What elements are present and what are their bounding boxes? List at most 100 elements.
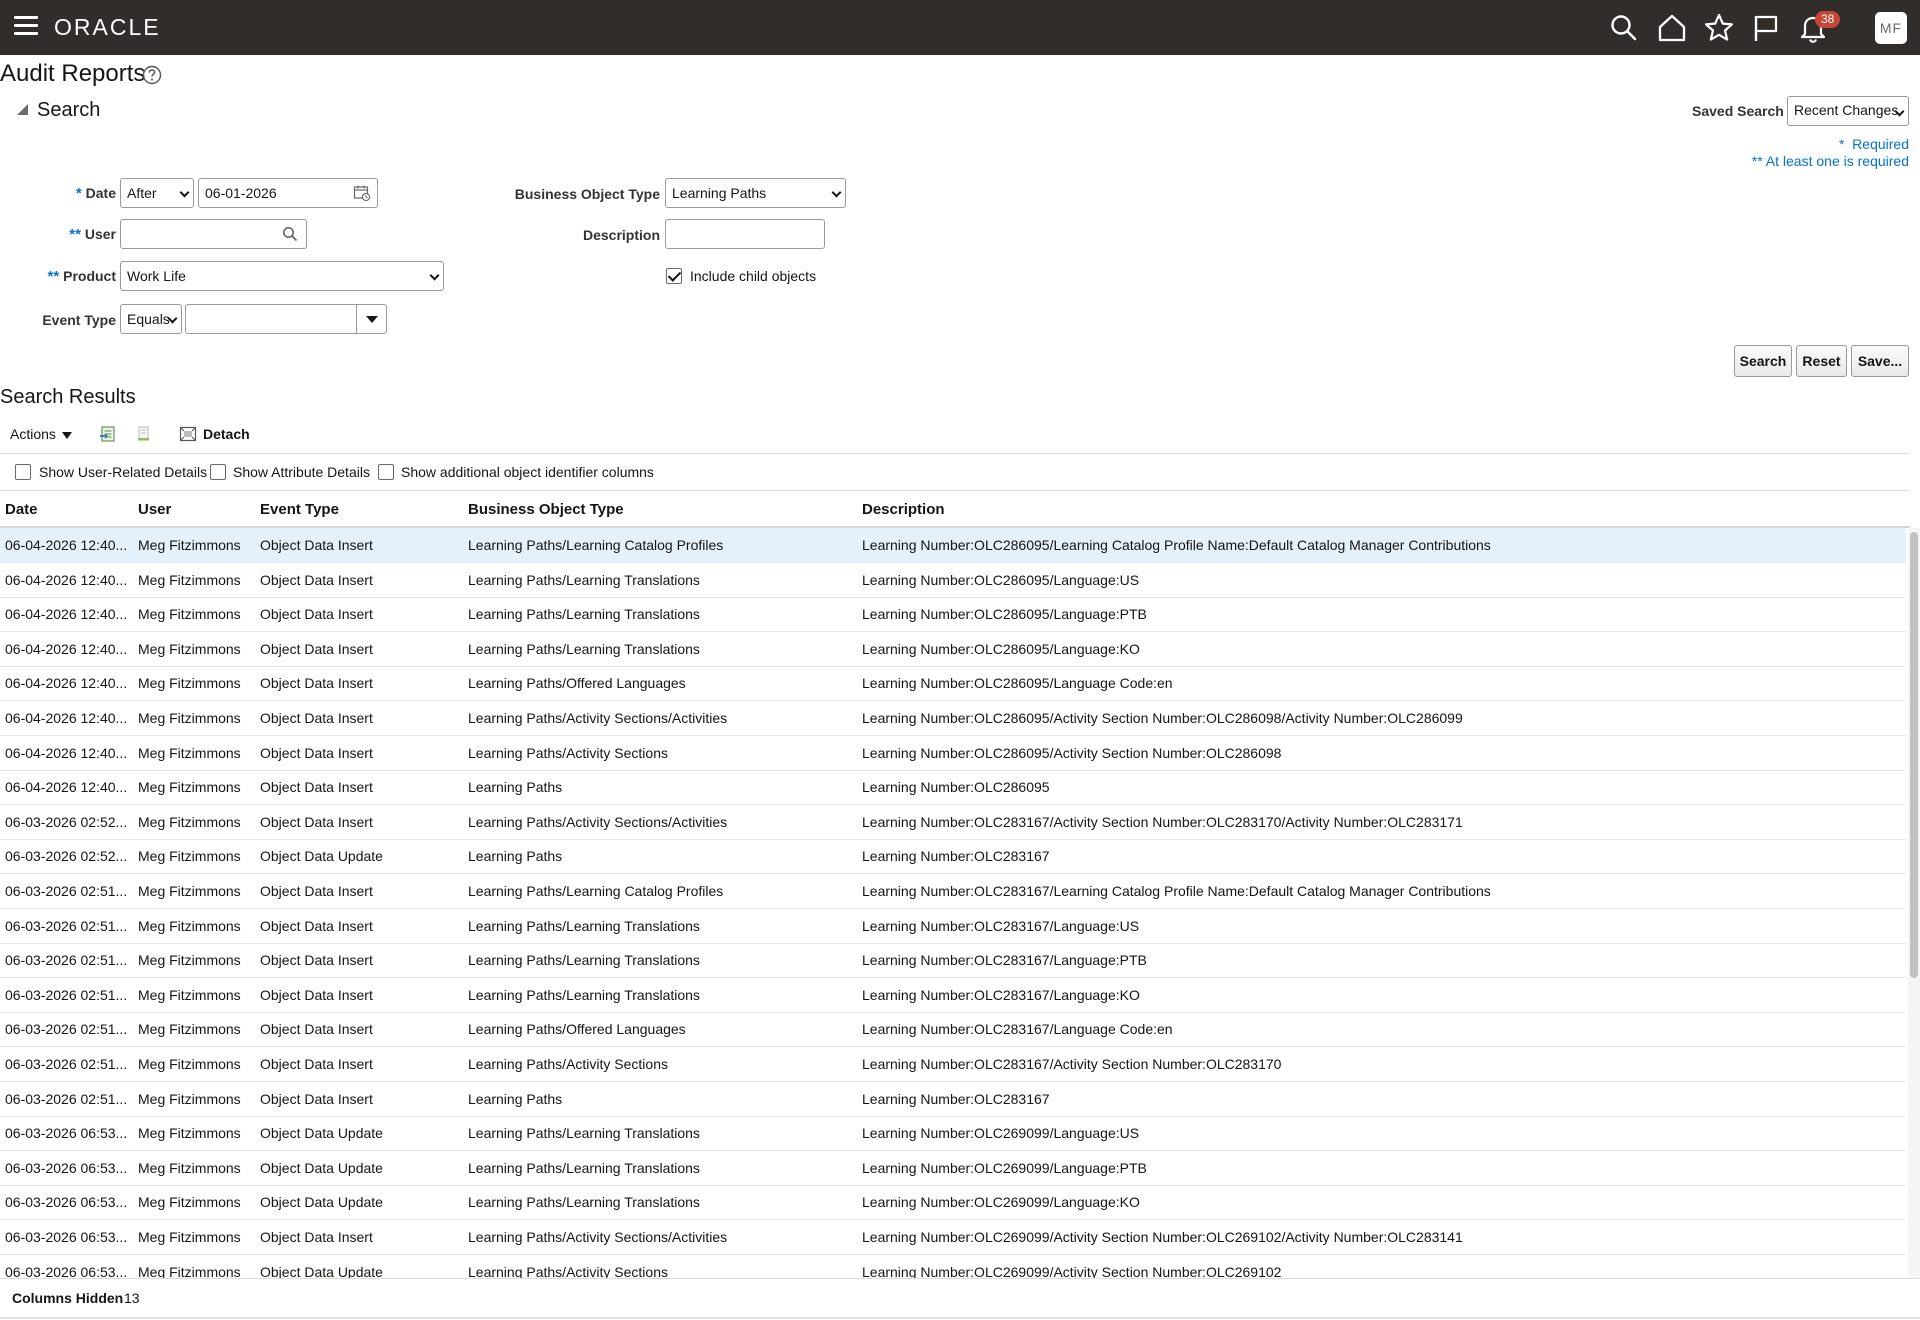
search-icon[interactable]	[1608, 12, 1640, 44]
oracle-logo[interactable]: ORACLE	[54, 14, 161, 41]
table-row[interactable]: 06-03-2026 02:51... Meg Fitzimmons Object …	[0, 1012, 1906, 1048]
product-label: ** Product	[47, 268, 116, 285]
table-row[interactable]: 06-03-2026 06:53... Meg Fitzimmons Object …	[0, 1255, 1906, 1278]
notifications-badge[interactable]: 38	[1815, 11, 1841, 28]
date-input[interactable]: 06-01-2026	[198, 178, 378, 208]
search-section-header[interactable]: Search	[37, 99, 100, 122]
table-cell: Learning Paths/Learning Translations	[468, 1159, 700, 1176]
table-cell: 06-03-2026 06:53...	[5, 1263, 128, 1278]
table-cell: Learning Number:OLC283167	[862, 848, 1050, 865]
table-cell: 06-04-2026 12:40...	[5, 640, 128, 657]
table-row[interactable]: 06-03-2026 06:53... Meg Fitzimmons Object …	[0, 1116, 1906, 1152]
saved-search-select[interactable]: Recent Changes	[1787, 96, 1909, 126]
home-icon[interactable]	[1656, 12, 1688, 44]
column-header-event-type[interactable]: Event Type	[260, 501, 460, 518]
export-icon[interactable]	[99, 425, 117, 443]
favorites-star-icon[interactable]	[1703, 12, 1735, 44]
table-row[interactable]: 06-03-2026 02:51... Meg Fitzimmons Object …	[0, 1082, 1906, 1117]
magnifier-icon[interactable]	[282, 226, 298, 242]
show-user-related-details-label[interactable]: Show User-Related Details	[39, 464, 207, 480]
table-cell: Learning Paths/Learning Catalog Profiles	[468, 883, 724, 899]
table-cell: Object Data Insert	[260, 917, 373, 934]
table-row[interactable]: 06-04-2026 12:40... Meg Fitzimmons Object …	[0, 528, 1906, 563]
table-cell: Meg Fitzimmons	[138, 1194, 241, 1211]
table-row[interactable]: 06-04-2026 12:40... Meg Fitzimmons Object …	[0, 736, 1906, 771]
description-input[interactable]	[665, 219, 825, 249]
column-header-business-object-type[interactable]: Business Object Type	[468, 501, 858, 518]
user-avatar[interactable]: MF	[1875, 12, 1907, 44]
show-attribute-details-label[interactable]: Show Attribute Details	[233, 464, 370, 480]
show-object-identifier-columns-label[interactable]: Show additional object identifier column…	[401, 464, 654, 480]
scrollbar-thumb[interactable]	[1910, 532, 1918, 978]
event-type-combobox[interactable]	[185, 304, 387, 334]
column-header-user[interactable]: User	[138, 501, 258, 518]
table-scrollbar[interactable]	[1908, 528, 1920, 1278]
table-row[interactable]: 06-03-2026 02:51... Meg Fitzimmons Object …	[0, 909, 1906, 944]
table-row[interactable]: 06-04-2026 12:40... Meg Fitzimmons Object …	[0, 701, 1906, 736]
detach-button[interactable]: Detach	[203, 426, 250, 442]
table-row[interactable]: 06-03-2026 02:51... Meg Fitzimmons Object …	[0, 978, 1906, 1013]
show-attribute-details-checkbox[interactable]	[210, 464, 226, 480]
product-select[interactable]: Work Life	[120, 261, 444, 291]
table-cell: Learning Number:OLC283167/Language:KO	[862, 986, 1140, 1003]
table-row[interactable]: 06-03-2026 02:51... Meg Fitzimmons Object …	[0, 1047, 1906, 1082]
table-row[interactable]: 06-04-2026 12:40... Meg Fitzimmons Object …	[0, 632, 1906, 667]
table-cell: Meg Fitzimmons	[138, 1263, 241, 1278]
show-user-related-details-checkbox[interactable]	[15, 464, 31, 480]
show-object-identifier-columns-checkbox[interactable]	[378, 464, 394, 480]
event-type-operator-select[interactable]: Equals	[120, 304, 182, 334]
include-child-objects-checkbox[interactable]	[666, 268, 682, 284]
column-header-date[interactable]: Date	[5, 501, 129, 518]
footer-divider	[0, 1317, 1920, 1319]
columns-hidden-value: 13	[124, 1290, 140, 1306]
table-row[interactable]: 06-03-2026 02:51... Meg Fitzimmons Object …	[0, 874, 1906, 909]
search-results-title: Search Results	[0, 386, 136, 408]
table-cell: 06-03-2026 02:52...	[5, 813, 128, 830]
table-row[interactable]: 06-03-2026 06:53... Meg Fitzimmons Object …	[0, 1220, 1906, 1255]
help-icon[interactable]	[142, 65, 162, 85]
user-search-input[interactable]	[120, 219, 307, 249]
table-cell: Object Data Insert	[260, 1056, 373, 1072]
table-cell: Meg Fitzimmons	[138, 986, 241, 1003]
table-row[interactable]: 06-03-2026 06:53... Meg Fitzimmons Object …	[0, 1185, 1906, 1221]
business-object-type-select[interactable]: Learning Paths	[665, 178, 846, 208]
table-cell: Meg Fitzimmons	[138, 1021, 241, 1038]
table-cell: Learning Number:OLC286095/Language Code:…	[862, 675, 1173, 692]
detach-icon[interactable]	[179, 425, 197, 443]
table-cell: Object Data Update	[260, 1125, 383, 1142]
search-collapse-triangle-icon[interactable]	[17, 104, 28, 115]
required-note: * Required ** At least one is required	[1751, 136, 1909, 169]
table-cell: Object Data Update	[260, 848, 383, 865]
table-cell: Learning Number:OLC283167/Language Code:…	[862, 1021, 1173, 1038]
dropdown-arrow-icon[interactable]	[356, 305, 386, 333]
save-search-button[interactable]: Save...	[1851, 345, 1909, 377]
hamburger-menu-icon[interactable]	[14, 16, 38, 36]
actions-menu[interactable]: Actions	[10, 426, 72, 442]
search-button[interactable]: Search	[1734, 345, 1792, 377]
table-row[interactable]: 06-03-2026 02:52... Meg Fitzimmons Object …	[0, 805, 1906, 840]
flag-icon[interactable]	[1750, 12, 1782, 44]
actions-label: Actions	[10, 426, 56, 442]
chevron-down-icon	[831, 187, 842, 198]
table-row[interactable]: 06-04-2026 12:40... Meg Fitzimmons Object …	[0, 563, 1906, 598]
reset-button[interactable]: Reset	[1796, 345, 1847, 377]
freeze-icon[interactable]	[135, 425, 153, 443]
table-cell: Learning Paths/Activity Sections	[468, 744, 668, 761]
table-cell: Learning Paths/Activity Sections	[468, 1263, 668, 1278]
date-operator-select[interactable]: After	[120, 178, 194, 208]
table-row[interactable]: 06-04-2026 12:40... Meg Fitzimmons Object …	[0, 770, 1906, 806]
include-child-objects-label[interactable]: Include child objects	[690, 268, 816, 284]
table-cell: Learning Paths/Activity Sections	[468, 1056, 668, 1072]
table-row[interactable]: 06-04-2026 12:40... Meg Fitzimmons Object …	[0, 597, 1906, 633]
table-cell: Learning Number:OLC286095/Learning Catal…	[862, 537, 1491, 553]
table-row[interactable]: 06-04-2026 12:40... Meg Fitzimmons Object …	[0, 666, 1906, 702]
table-cell: Learning Paths/Activity Sections/Activit…	[468, 813, 728, 830]
calendar-icon[interactable]	[353, 184, 371, 202]
user-label: ** User	[69, 226, 116, 243]
table-cell: 06-04-2026 12:40...	[5, 606, 128, 623]
column-header-description[interactable]: Description	[862, 501, 1902, 518]
table-row[interactable]: 06-03-2026 02:51... Meg Fitzimmons Object …	[0, 943, 1906, 979]
table-cell: Learning Number:OLC269099/Language:US	[862, 1125, 1140, 1142]
table-row[interactable]: 06-03-2026 06:53... Meg Fitzimmons Object …	[0, 1151, 1906, 1186]
table-row[interactable]: 06-03-2026 02:52... Meg Fitzimmons Object …	[0, 839, 1906, 875]
